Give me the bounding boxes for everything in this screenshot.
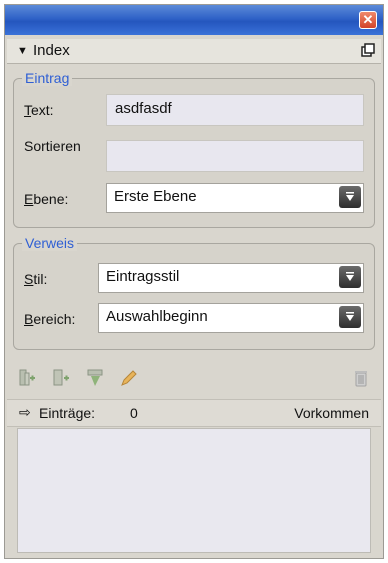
chevron-down-icon (346, 192, 354, 201)
entries-status-row: ⇨ Einträge: 0 Vorkommen (7, 399, 381, 427)
text-input[interactable]: asdfasdf (106, 94, 364, 126)
title-bar[interactable]: ✕ (5, 5, 383, 35)
index-palette-window: ✕ ▼ Index Eintrag Text: asdfasdf Sortier… (4, 4, 384, 559)
entries-label: Einträge: (39, 405, 96, 421)
level-label: Ebene: (24, 191, 69, 207)
occurrences-label: Vorkommen (294, 405, 369, 421)
level-dropdown[interactable]: Erste Ebene (106, 183, 364, 213)
entries-count: 0 (130, 405, 138, 421)
panel-header[interactable]: ▼ Index (7, 39, 381, 64)
arrow-right-icon: ⇨ (19, 404, 31, 420)
range-dropdown[interactable]: Auswahlbeginn (98, 303, 364, 333)
add-entry-icon[interactable] (17, 368, 37, 388)
sort-input[interactable] (106, 140, 364, 172)
close-button[interactable]: ✕ (359, 11, 377, 29)
style-dropdown[interactable]: Eintragsstil (98, 263, 364, 293)
entries-list[interactable] (17, 428, 371, 553)
close-icon: ✕ (362, 12, 374, 27)
chevron-down-icon (346, 272, 354, 281)
style-label: Stil: (24, 271, 48, 287)
chevron-down-icon (346, 312, 354, 321)
range-label: Bereich: (24, 311, 76, 327)
panel-menu-icon[interactable] (361, 43, 375, 57)
sort-label: Sortieren (24, 138, 81, 154)
verweis-group: Verweis Stil: Eintragsstil Bereich: Ausw… (13, 235, 375, 350)
style-dropdown-button[interactable] (339, 266, 361, 288)
add-reference-icon[interactable] (51, 368, 71, 388)
index-toolbar (5, 360, 383, 394)
verweis-legend: Verweis (22, 235, 78, 251)
edit-pencil-icon[interactable] (119, 368, 139, 388)
trash-icon[interactable] (351, 368, 371, 388)
generate-index-icon[interactable] (85, 368, 105, 388)
text-label: Text: (24, 102, 54, 118)
collapse-triangle-icon[interactable]: ▼ (17, 45, 28, 57)
style-dropdown-value: Eintragsstil (106, 268, 180, 285)
level-dropdown-button[interactable] (339, 186, 361, 208)
eintrag-group: Eintrag Text: asdfasdf Sortieren Ebene: … (13, 70, 375, 228)
range-dropdown-value: Auswahlbeginn (106, 308, 208, 325)
text-input-value: asdfasdf (115, 100, 172, 117)
panel-title: Index (33, 42, 70, 59)
eintrag-legend: Eintrag (22, 70, 73, 86)
level-dropdown-value: Erste Ebene (114, 188, 197, 205)
range-dropdown-button[interactable] (339, 306, 361, 328)
